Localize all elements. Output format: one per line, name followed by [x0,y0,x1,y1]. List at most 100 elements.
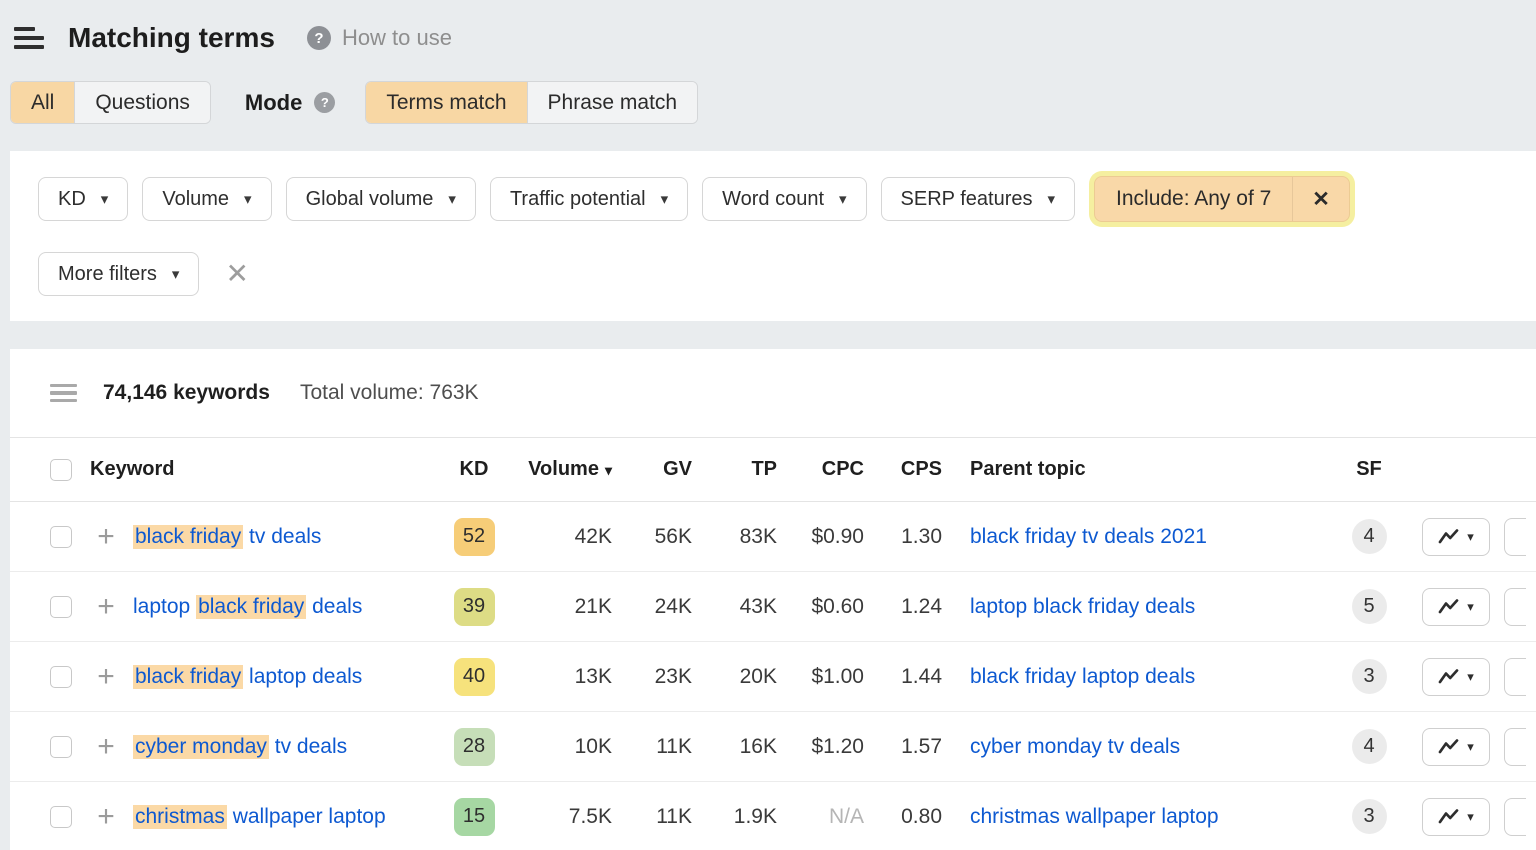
keyword-term: tv deals [243,525,321,548]
row-checkbox[interactable] [50,806,72,828]
cutoff-button[interactable] [1504,588,1526,626]
keyword-link[interactable]: christmas wallpaper laptop [133,805,444,829]
cpc-cell: $0.90 [777,525,864,549]
keyword-term: tv deals [269,735,347,758]
row-checkbox[interactable] [50,526,72,548]
serp-features-badge[interactable]: 3 [1352,659,1387,694]
filter-serp-features[interactable]: SERP features ▾ [881,177,1075,221]
cutoff-button[interactable] [1504,728,1526,766]
chevron-down-icon: ▾ [1467,810,1474,823]
trend-line-icon [1438,598,1459,615]
cutoff-button[interactable] [1504,798,1526,836]
gv-cell: 24K [612,595,692,619]
parent-topic-link[interactable]: laptop black friday deals [970,595,1195,618]
trend-chart-button[interactable]: ▾ [1422,728,1490,766]
filter-label: Volume [162,188,229,211]
menu-icon[interactable] [14,27,44,49]
keyword-term: wallpaper laptop [227,805,386,828]
kd-cell: 40 [444,658,504,696]
parent-topic-cell: christmas wallpaper laptop [942,805,1332,829]
tab-questions[interactable]: Questions [74,82,210,123]
select-all-checkbox[interactable] [50,459,72,481]
add-to-list-icon[interactable]: + [94,594,118,620]
trend-chart-button[interactable]: ▾ [1422,658,1490,696]
serp-features-badge[interactable]: 4 [1352,519,1387,554]
cutoff-button[interactable] [1504,658,1526,696]
sort-desc-icon: ▾ [605,462,612,478]
filter-word-count[interactable]: Word count▾ [702,177,866,221]
tp-cell: 83K [692,525,777,549]
column-parent-topic[interactable]: Parent topic [942,458,1332,481]
tab-terms-match[interactable]: Terms match [366,82,526,123]
sf-cell: 3 [1332,799,1406,834]
how-to-use[interactable]: ? How to use [307,25,452,51]
results-table: 74,146 keywords Total volume: 763K Keywo… [10,349,1536,850]
parent-topic-link[interactable]: black friday tv deals 2021 [970,525,1207,548]
gv-cell: 11K [612,805,692,829]
filter-global-volume[interactable]: Global volume▾ [286,177,476,221]
filter-label: SERP features [901,188,1033,211]
filter-traffic-potential[interactable]: Traffic potential▾ [490,177,688,221]
mode-wrap: Mode ? [245,90,335,116]
row-checkbox[interactable] [50,736,72,758]
trend-chart-button[interactable]: ▾ [1422,518,1490,556]
column-cpc[interactable]: CPC [777,458,864,481]
trend-chart-button[interactable]: ▾ [1422,588,1490,626]
chevron-down-icon: ▾ [244,192,252,207]
cutoff-button[interactable] [1504,518,1526,556]
keyword-highlighted-term: christmas [133,805,227,829]
keyword-link[interactable]: black friday tv deals [133,525,444,549]
chevron-down-icon: ▾ [101,192,109,207]
column-volume[interactable]: Volume▾ [504,458,612,481]
parent-topic-link[interactable]: cyber monday tv deals [970,735,1180,758]
filter-volume[interactable]: Volume ▾ [142,177,271,221]
tab-all[interactable]: All [11,82,74,123]
cps-cell: 1.57 [864,735,942,759]
keyword-term: deals [306,595,362,618]
filter-more-filters[interactable]: More filters ▾ [38,252,199,296]
cps-cell: 1.30 [864,525,942,549]
add-to-list-icon[interactable]: + [94,664,118,690]
chevron-down-icon: ▾ [1047,192,1055,207]
add-to-list-icon[interactable]: + [94,734,118,760]
table-row: + cyber monday tv deals 28 10K 11K 16K $… [10,712,1536,782]
add-to-list-icon[interactable]: + [94,524,118,550]
column-keyword[interactable]: Keyword [90,458,444,481]
row-checkbox[interactable] [50,596,72,618]
keyword-link[interactable]: black friday laptop deals [133,665,444,689]
list-options-icon[interactable] [50,384,77,403]
tab-phrase-match[interactable]: Phrase match [527,82,698,123]
cpc-cell: $0.60 [777,595,864,619]
scope-toggle: All Questions [10,81,211,124]
serp-features-badge[interactable]: 3 [1352,799,1387,834]
serp-features-badge[interactable]: 5 [1352,589,1387,624]
tp-cell: 20K [692,665,777,689]
kd-badge: 40 [454,658,495,696]
kd-cell: 28 [444,728,504,766]
trend-chart-button[interactable]: ▾ [1422,798,1490,836]
serp-features-badge[interactable]: 4 [1352,729,1387,764]
column-kd[interactable]: KD [444,458,504,481]
cpc-cell: $1.00 [777,665,864,689]
keyword-link[interactable]: laptop black friday deals [133,595,444,619]
table-body: + black friday tv deals 52 42K 56K 83K $… [10,502,1536,850]
trend-line-icon [1438,738,1459,755]
filter-panel: KD▾ Volume ▾ Global volume▾ Traffic potentia… [10,151,1536,321]
include-filter-chip[interactable]: Include: Any of 7 ✕ [1094,176,1350,222]
column-cps[interactable]: CPS [864,458,942,481]
row-checkbox[interactable] [50,666,72,688]
parent-topic-link[interactable]: christmas wallpaper laptop [970,805,1219,828]
filter-kd[interactable]: KD▾ [38,177,128,221]
parent-topic-link[interactable]: black friday laptop deals [970,665,1195,688]
keyword-link[interactable]: cyber monday tv deals [133,735,444,759]
mode-help-icon[interactable]: ? [314,92,335,113]
column-gv[interactable]: GV [612,458,692,481]
add-to-list-icon[interactable]: + [94,804,118,830]
column-sf[interactable]: SF [1332,458,1406,481]
include-filter-remove-icon[interactable]: ✕ [1292,177,1349,221]
clear-filters-icon[interactable]: ✕ [225,260,248,288]
column-tp[interactable]: TP [692,458,777,481]
actions-cell: ▾ [1406,658,1536,696]
filter-label: Traffic potential [510,188,646,211]
actions-cell: ▾ [1406,518,1536,556]
